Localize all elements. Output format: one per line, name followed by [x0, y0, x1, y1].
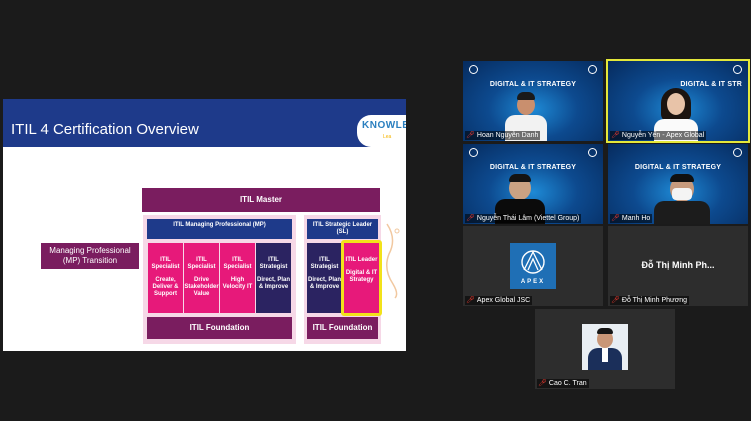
participant-name-tag: 🎤︎ Hoan Nguyễn Danh — [465, 131, 541, 140]
seal-icon — [733, 148, 742, 157]
course-create-deliver-support: ITIL Specialist Create, Deliver & Suppor… — [148, 243, 183, 313]
mic-muted-icon: 🎤︎ — [466, 132, 475, 139]
mic-muted-icon: 🎤︎ — [611, 132, 620, 139]
apex-logo-text: APEX — [520, 279, 546, 285]
sl-foundation-box: ITIL Foundation — [307, 317, 378, 339]
poster-title: DIGITAL & IT STR — [680, 81, 742, 88]
course-name: ITIL Specialist — [151, 257, 180, 270]
participant-name: Hoan Nguyễn Danh — [476, 132, 539, 139]
mp-header: ITIL Managing Professional (MP) — [147, 219, 292, 239]
seal-icon — [733, 65, 742, 74]
logo-text: KNOWLE — [362, 120, 406, 131]
participant-name-tag: 🎤︎ Nguyễn Yến - Apex Global — [610, 131, 707, 140]
course-desc: High Velocity IT — [222, 277, 253, 290]
course-name: ITIL Specialist — [187, 257, 216, 270]
course-desc: Drive Stakeholder Value — [184, 277, 219, 297]
video-tile-lam[interactable]: DIGITAL & IT STRATEGY 🎤︎ Nguyễn Thái Lâm … — [463, 144, 603, 224]
seal-icon — [588, 148, 597, 157]
mic-muted-icon: 🎤︎ — [611, 297, 620, 304]
highlight-frame — [341, 240, 382, 316]
participant-name: Manh Ho — [621, 215, 651, 222]
logo-subtext: Lea — [383, 134, 392, 140]
course-drive-stakeholder-value: ITIL Specialist Drive Stakeholder Value — [184, 243, 219, 313]
video-tile-apex[interactable]: APEX 🎤︎ Apex Global JSC — [463, 226, 603, 306]
sl-header: ITIL Strategic Leader (SL) — [307, 219, 378, 239]
course-direct-plan-improve-mp: ITIL Strategist Direct, Plan & Improve — [256, 243, 291, 313]
course-desc: Direct, Plan & Improve — [256, 277, 290, 290]
course-desc: Create, Deliver & Support — [152, 277, 179, 297]
course-name: ITIL Strategist — [310, 257, 339, 270]
slide-header: ITIL 4 Certification Overview KNOWLE Lea — [3, 99, 406, 147]
participant-name-tag: 🎤︎ Cao C. Tran — [537, 379, 589, 388]
poster-title: DIGITAL & IT STRATEGY — [489, 81, 577, 88]
poster-title: DIGITAL & IT STRATEGY — [634, 164, 722, 171]
video-tile-cao[interactable]: 🎤︎ Cao C. Tran — [535, 309, 675, 389]
course-direct-plan-improve-sl: ITIL Strategist Direct, Plan & Improve — [307, 243, 342, 313]
mic-muted-icon: 🎤︎ — [466, 297, 475, 304]
course-high-velocity-it: ITIL Specialist High Velocity IT — [220, 243, 255, 313]
participant-name-tag: 🎤︎ Apex Global JSC — [465, 296, 533, 305]
avatar — [582, 324, 628, 370]
mp-foundation-box: ITIL Foundation — [147, 317, 292, 339]
seal-icon — [469, 65, 478, 74]
participant-name: Apex Global JSC — [476, 297, 531, 304]
mp-transition-box: Managing Professional (MP) Transition — [41, 243, 139, 269]
itil-master-box: ITIL Master — [142, 188, 380, 212]
participant-name: Đỗ Thị Minh Phương — [621, 297, 688, 304]
slide-title: ITIL 4 Certification Overview — [11, 121, 199, 138]
participant-name-tag: 🎤︎ Đỗ Thị Minh Phương — [610, 296, 690, 305]
seal-icon — [588, 65, 597, 74]
mic-muted-icon: 🎤︎ — [611, 215, 620, 222]
video-tile-yen[interactable]: DIGITAL & IT STR 🎤︎ Nguyễn Yến - Apex Glo… — [608, 61, 748, 141]
participant-name: Cao C. Tran — [548, 380, 587, 387]
participant-name: Nguyễn Thái Lâm (Viettel Group) — [476, 215, 580, 222]
apex-logo: APEX — [510, 243, 556, 289]
participant-name-tag: 🎤︎ Nguyễn Thái Lâm (Viettel Group) — [465, 214, 582, 223]
knowledge-logo: KNOWLE Lea — [357, 115, 406, 147]
video-tile-phuong[interactable]: Đỗ Thị Minh Ph... 🎤︎ Đỗ Thị Minh Phương — [608, 226, 748, 306]
course-desc: Direct, Plan & Improve — [307, 277, 341, 290]
seal-icon — [469, 148, 478, 157]
participant-name-tag: 🎤︎ Manh Ho — [610, 214, 653, 223]
participant-name: Nguyễn Yến - Apex Global — [621, 132, 705, 139]
mic-muted-icon: 🎤︎ — [538, 380, 547, 387]
participant-display-name: Đỗ Thị Minh Ph... — [641, 260, 715, 270]
decoration-icon — [386, 223, 400, 299]
course-name: ITIL Specialist — [223, 257, 252, 270]
poster-title: DIGITAL & IT STRATEGY — [489, 164, 577, 171]
mic-muted-icon: 🎤︎ — [466, 215, 475, 222]
video-tile-hoan[interactable]: DIGITAL & IT STRATEGY 🎤︎ Hoan Nguyễn Danh — [463, 61, 603, 141]
video-tile-manh[interactable]: DIGITAL & IT STRATEGY 🎤︎ Manh Ho — [608, 144, 748, 224]
course-name: ITIL Strategist — [259, 257, 288, 270]
shared-slide: ITIL 4 Certification Overview KNOWLE Lea… — [3, 99, 406, 351]
